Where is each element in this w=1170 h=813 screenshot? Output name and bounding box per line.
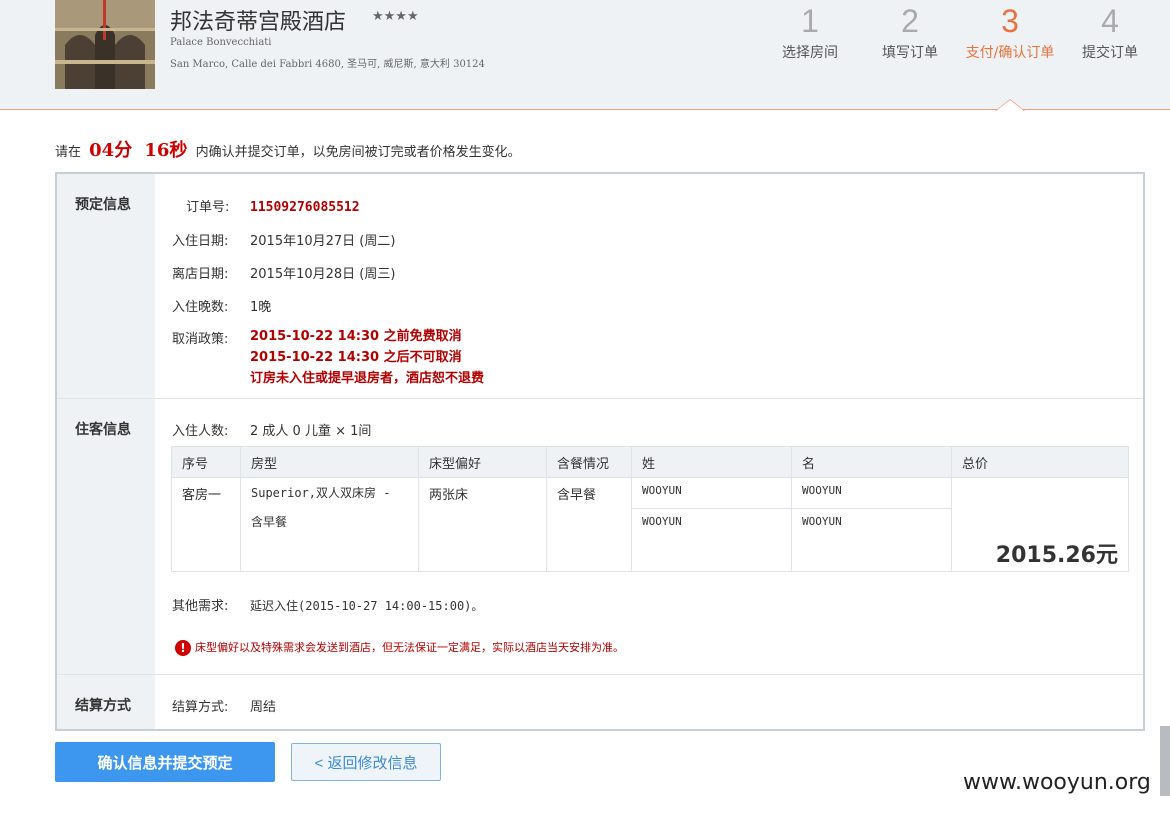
- confirm-submit-button[interactable]: 确认信息并提交预定: [55, 742, 275, 782]
- settlement-row: 结算方式: 周结: [172, 696, 276, 715]
- watermark: www.wooyun.org: [963, 770, 1151, 795]
- other-request-row: 其他需求: 延迟入住(2015-10-27 14:00-15:00)。: [172, 595, 483, 614]
- hotel-address: San Marco, Calle dei Fabbri 4680, 圣马可, 威…: [170, 59, 485, 70]
- guest-count: 2 成人 0 儿童 × 1间: [250, 424, 372, 439]
- field-label: 订单号:: [186, 200, 230, 215]
- field-label: 离店日期:: [172, 267, 229, 282]
- room-type: Superior,双人双床房 - 含早餐: [240, 477, 419, 572]
- back-edit-button[interactable]: < 返回修改信息: [291, 743, 441, 781]
- countdown-suffix: 内确认并提交订单，以免房间被订完或者价格发生变化。: [195, 145, 521, 160]
- cancel-policy-line: 2015-10-22 14:30 之后不可取消: [250, 350, 462, 365]
- step-number: 1: [801, 3, 819, 39]
- checkin-row: 入住日期: 2015年10月27日 (周二): [172, 230, 395, 249]
- countdown-minutes: 04分: [89, 140, 133, 161]
- section-title: 住客信息: [75, 422, 131, 438]
- step-label: 支付/确认订单: [965, 45, 1055, 61]
- feedback-tab[interactable]: [1160, 726, 1170, 796]
- active-step-caret-icon: [995, 99, 1025, 111]
- field-label: 入住人数:: [172, 424, 229, 439]
- preference-warning: ! 床型偏好以及特殊需求会发送到酒店，但无法保证一定满足，实际以酒店当天安排为准。: [175, 639, 624, 656]
- hotel-name: 邦法奇蒂宫殿酒店: [170, 10, 347, 35]
- guest-count-row: 入住人数: 2 成人 0 儿童 × 1间: [172, 420, 371, 439]
- column-header: 姓: [631, 446, 792, 478]
- order-details-panel: 预定信息 订单号: 11509276085512 入住日期: 2015年10月27日…: [55, 172, 1145, 731]
- room-guest-table: 序号 房型 床型偏好 含餐情况 姓 名 总价 客房一 Superior,双人双床…: [171, 446, 1129, 572]
- step-label: 提交订单: [1082, 45, 1138, 61]
- checkin-date: 2015年10月27日 (周二): [250, 234, 396, 249]
- table-row: 客房一 Superior,双人双床房 - 含早餐 两张床 含早餐 WOOYUN …: [171, 477, 1129, 572]
- guest-last-name: WOOYUN: [631, 477, 792, 509]
- field-label: 取消政策:: [172, 332, 229, 347]
- booking-info-section: 预定信息 订单号: 11509276085512 入住日期: 2015年10月27日…: [57, 174, 1143, 399]
- guest-last-name: WOOYUN: [631, 508, 792, 572]
- step-confirm-order: 3 支付/确认订单: [960, 2, 1060, 62]
- step-submit-order: 4 提交订单: [1060, 2, 1160, 62]
- column-header: 总价: [951, 446, 1129, 478]
- step-number: 3: [1001, 3, 1019, 39]
- hotel-english-name: Palace Bonvecchiati: [170, 37, 272, 48]
- total-price: 2015.26元: [951, 477, 1129, 572]
- column-header: 名: [791, 446, 952, 478]
- checkout-row: 离店日期: 2015年10月28日 (周三): [172, 263, 395, 282]
- cancel-policy-row: 取消政策: 2015-10-22 14:30 之前免费取消 2015-10-22…: [172, 328, 484, 389]
- guest-first-name: WOOYUN: [791, 477, 952, 509]
- section-title: 结算方式: [75, 698, 131, 714]
- column-header: 床型偏好: [418, 446, 547, 478]
- settlement-section: 结算方式 结算方式: 周结: [57, 675, 1143, 729]
- nights-row: 入住晚数: 1晚: [172, 296, 271, 315]
- step-fill-order: 2 填写订单: [860, 2, 960, 62]
- countdown-notice: 请在 04分 16秒 内确认并提交订单，以免房间被订完或者价格发生变化。: [55, 136, 521, 162]
- room-index: 客房一: [171, 477, 241, 572]
- step-label: 填写订单: [882, 45, 938, 61]
- settlement-value: 周结: [250, 700, 277, 715]
- countdown-prefix: 请在: [55, 145, 82, 160]
- star-rating-icon: ★★★★: [372, 9, 419, 24]
- field-label: 结算方式:: [172, 700, 229, 715]
- hotel-header: 邦法奇蒂宫殿酒店 ★★★★ Palace Bonvecchiati San Ma…: [0, 0, 1170, 111]
- field-label: 入住日期:: [172, 234, 229, 249]
- cancel-policy-line: 2015-10-22 14:30 之前免费取消: [250, 329, 462, 344]
- nights-value: 1晚: [250, 300, 272, 315]
- bed-preference: 两张床: [418, 477, 547, 572]
- hotel-photo: [55, 0, 155, 89]
- field-label: 入住晚数:: [172, 300, 229, 315]
- cancel-policy-line: 订房未入住或提早退房者，酒店恕不退费: [250, 371, 485, 386]
- guest-first-name: WOOYUN: [791, 508, 952, 572]
- column-header: 含餐情况: [546, 446, 632, 478]
- meal-plan: 含早餐: [546, 477, 632, 572]
- step-number: 2: [901, 3, 919, 39]
- countdown-seconds: 16秒: [144, 140, 188, 161]
- warning-text: 床型偏好以及特殊需求会发送到酒店，但无法保证一定满足，实际以酒店当天安排为准。: [195, 641, 624, 654]
- section-title: 预定信息: [75, 197, 131, 213]
- guest-info-section: 住客信息 入住人数: 2 成人 0 儿童 × 1间 序号 房型 床型偏好 含餐情况…: [57, 399, 1143, 675]
- step-number: 4: [1101, 3, 1119, 39]
- warning-icon: !: [175, 640, 191, 656]
- column-header: 房型: [240, 446, 419, 478]
- field-label: 其他需求:: [172, 599, 229, 614]
- checkout-date: 2015年10月28日 (周三): [250, 267, 396, 282]
- table-header-row: 序号 房型 床型偏好 含餐情况 姓 名 总价: [171, 446, 1129, 478]
- order-number: 11509276085512: [250, 200, 360, 215]
- step-select-room: 1 选择房间: [760, 2, 860, 62]
- other-request: 延迟入住(2015-10-27 14:00-15:00)。: [250, 599, 484, 613]
- column-header: 序号: [171, 446, 241, 478]
- step-label: 选择房间: [782, 45, 838, 61]
- order-number-row: 订单号: 11509276085512: [172, 196, 360, 215]
